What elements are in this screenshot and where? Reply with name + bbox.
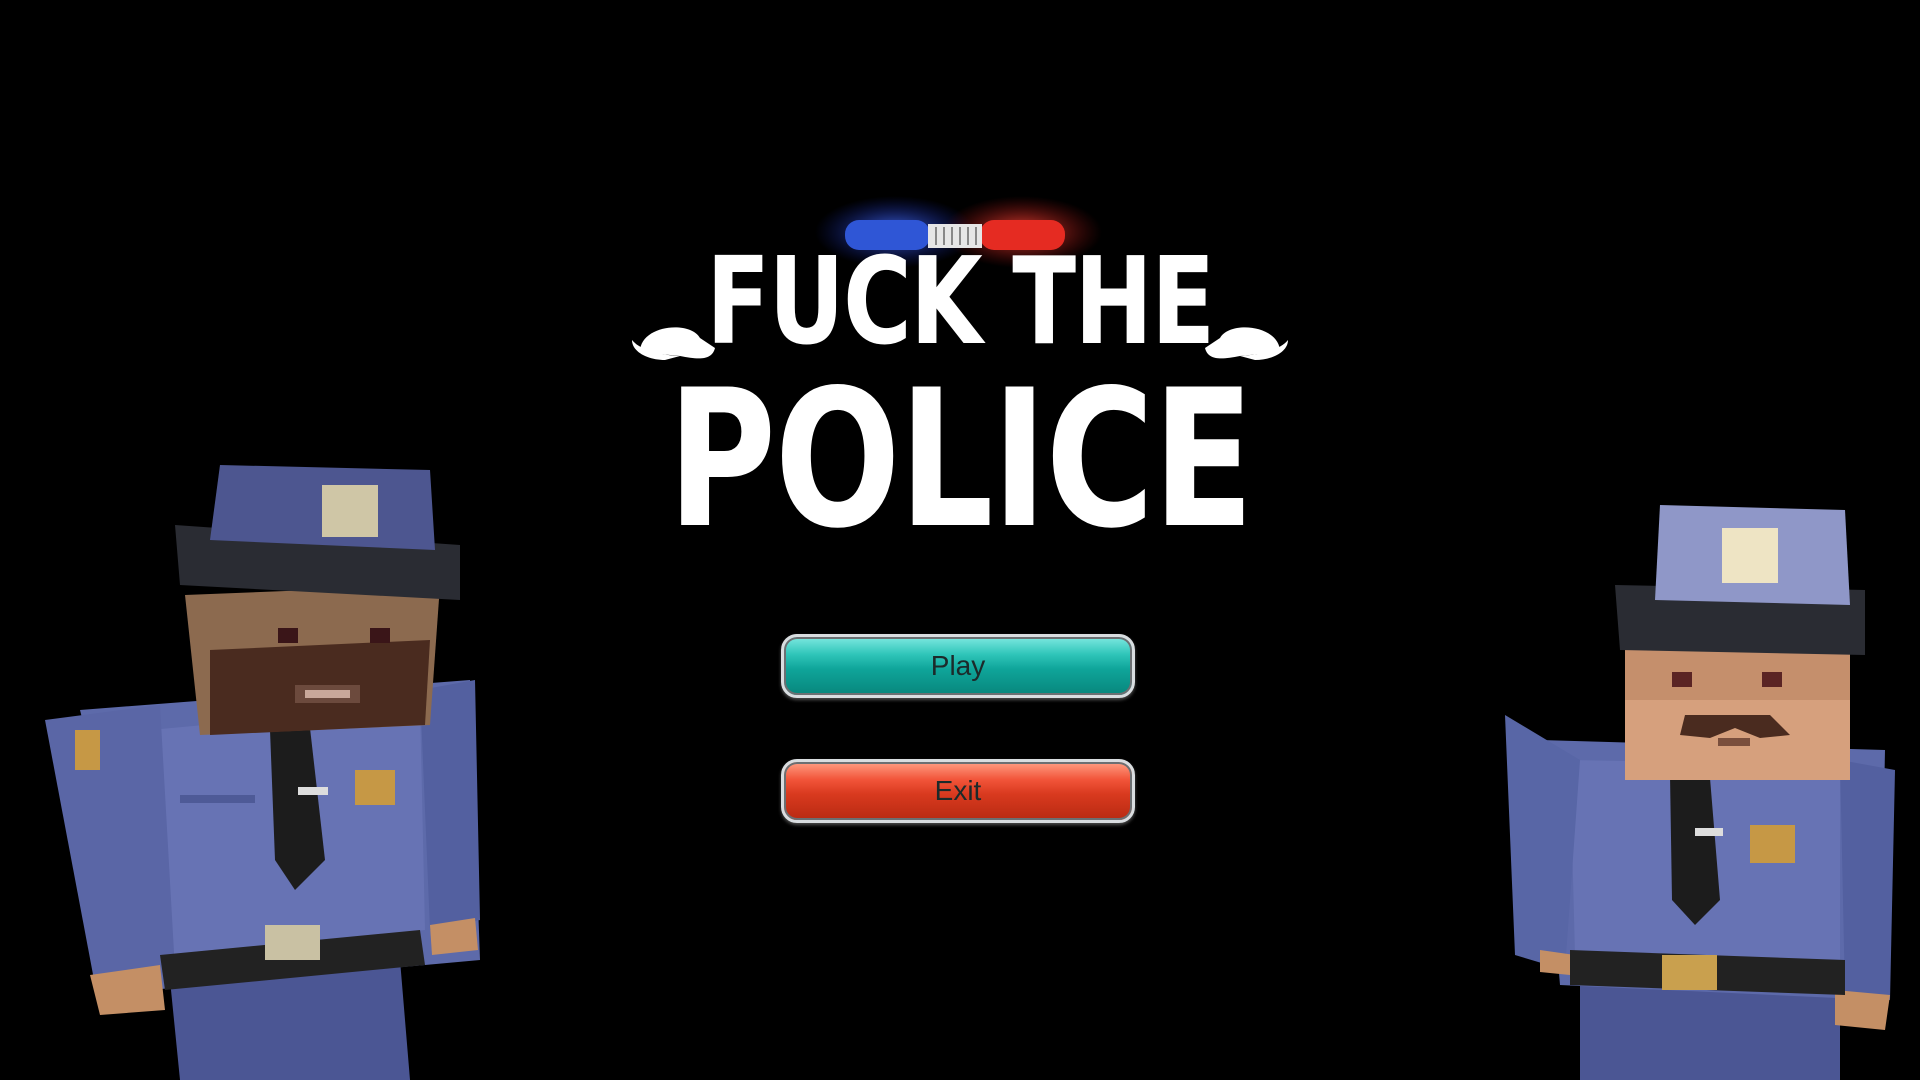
play-button[interactable]: Play — [781, 634, 1135, 698]
exit-button[interactable]: Exit — [781, 759, 1135, 823]
title-line-2: POLICE — [667, 349, 1254, 570]
title-line-1: FUCK THE — [706, 233, 1215, 372]
game-logo: FUCK THE POLICE — [0, 0, 1920, 600]
main-menu-screen: FUCK THE POLICE Play Exit — [0, 0, 1920, 1080]
